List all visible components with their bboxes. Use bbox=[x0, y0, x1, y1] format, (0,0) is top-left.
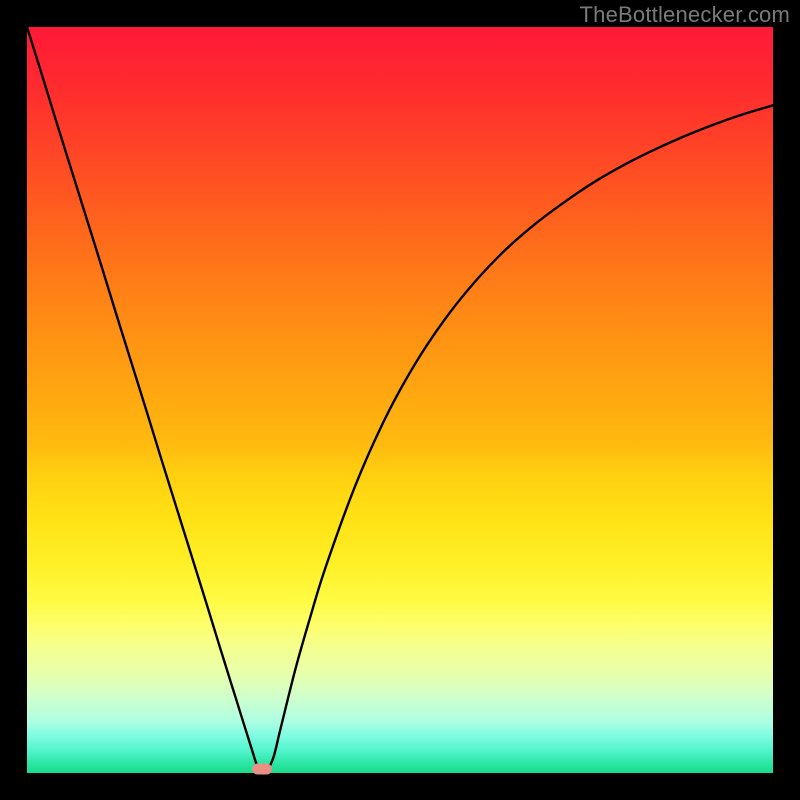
chart-frame: TheBottlenecker.com bbox=[0, 0, 800, 800]
curve-svg bbox=[27, 27, 773, 773]
watermark-text: TheBottlenecker.com bbox=[580, 2, 790, 28]
plot-area bbox=[27, 27, 773, 773]
optimal-point-marker bbox=[252, 764, 272, 775]
bottleneck-curve bbox=[27, 27, 773, 772]
